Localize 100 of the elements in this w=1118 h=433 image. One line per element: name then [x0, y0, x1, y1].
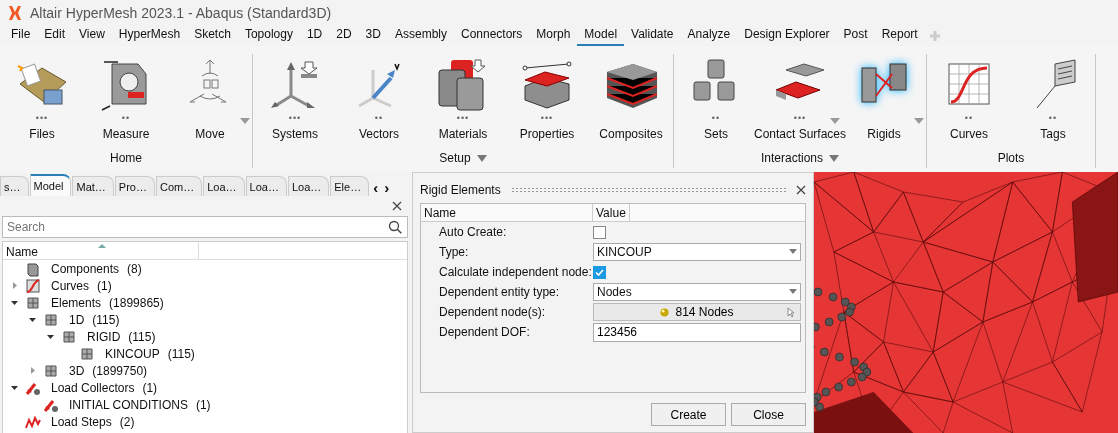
column-header: Name [421, 204, 593, 221]
column-header[interactable]: Name [3, 242, 199, 259]
ribbon-tool-button[interactable]: •• Vectors [337, 54, 421, 148]
browser-tab[interactable]: Ele… [330, 176, 370, 196]
item-count: (8) [127, 261, 142, 276]
node-selector-button[interactable]: 814 Nodes [593, 303, 801, 321]
scroll-left-button[interactable]: ‹ [370, 179, 382, 196]
menu-item[interactable]: Edit [37, 27, 73, 46]
item-count: (115) [92, 312, 120, 327]
collapse-arrow-icon[interactable] [10, 384, 18, 391]
ribbon-tool-button[interactable]: •• Curves [927, 54, 1011, 148]
ribbon-group-label: Interactions [760, 151, 823, 165]
menu-item[interactable]: Design Explorer [737, 27, 837, 46]
menu-item[interactable]: Morph [529, 27, 578, 46]
ribbon-tool-button[interactable]: ••• Properties [505, 54, 589, 148]
dropdown-caret-icon[interactable] [829, 154, 839, 162]
tree-item[interactable]: Components [51, 261, 120, 276]
menu-item[interactable]: Sketch [187, 27, 238, 46]
menu-item[interactable]: 3D [358, 27, 388, 46]
expand-arrow-icon[interactable] [28, 367, 36, 374]
element-grid-icon [43, 311, 59, 328]
tree-item[interactable]: Load Collectors [51, 380, 135, 395]
ribbon-group-label: Plots [997, 151, 1025, 165]
item-count: (1899750) [92, 363, 148, 378]
scroll-right-button[interactable]: › [381, 179, 393, 196]
tree-item[interactable]: KINCOUP [105, 346, 160, 361]
browser-tab[interactable]: Loa… [287, 176, 330, 196]
field-label: Dependent entity type: [438, 285, 561, 299]
search-field[interactable]: Search [2, 216, 408, 238]
expand-arrow-icon[interactable] [10, 282, 18, 289]
ribbon-tool-button[interactable]: Composites [589, 54, 673, 148]
tree-item[interactable]: RIGID [87, 329, 121, 344]
item-count: (1) [97, 278, 112, 293]
menu-item[interactable]: File [4, 27, 38, 46]
browser-tab[interactable]: Mat… [72, 176, 114, 196]
ribbon-tool-button[interactable]: •• Tags [1011, 54, 1095, 148]
browser-tab[interactable]: Model [29, 174, 72, 196]
dropdown-caret-icon[interactable] [476, 154, 487, 162]
checkbox[interactable] [593, 225, 606, 239]
ribbon-tool-button[interactable]: •• Measure [84, 54, 168, 148]
browser-tab[interactable]: Com… [155, 176, 203, 196]
menu-item[interactable]: Topology [237, 27, 300, 46]
sort-caret-icon[interactable] [98, 243, 106, 248]
node-ball-icon [660, 307, 670, 317]
collapse-arrow-icon[interactable] [10, 299, 18, 306]
checkbox[interactable] [593, 265, 606, 279]
browser-tab[interactable]: Loa… [203, 176, 245, 196]
menu-item[interactable]: Connectors [453, 27, 530, 46]
close-icon[interactable] [392, 201, 402, 211]
menu-item[interactable]: Assembly [387, 27, 454, 46]
menu-item[interactable]: Report [874, 27, 925, 46]
load-step-icon [25, 413, 41, 430]
item-count: (2) [119, 414, 135, 429]
menu-item[interactable]: Validate [624, 27, 681, 46]
tree-item[interactable]: Elements [51, 295, 102, 310]
dropdown-caret-icon[interactable] [830, 118, 840, 124]
menu-item[interactable]: HyperMesh [111, 27, 188, 46]
menu-item[interactable]: Analyze [680, 27, 738, 46]
dropdown-caret-icon[interactable] [914, 118, 924, 124]
field-label: Auto Create: [438, 225, 508, 239]
cursor-icon [787, 307, 795, 318]
menu-item[interactable]: Post [836, 27, 875, 46]
browser-tab[interactable]: Pro… [114, 176, 155, 196]
ribbon-group-label: Home [110, 151, 142, 165]
collapse-arrow-icon[interactable] [46, 333, 54, 340]
tree-item[interactable]: 3D [69, 363, 85, 378]
ribbon-tool-button[interactable]: ••• Materials [421, 54, 505, 148]
dropdown-caret-icon[interactable] [240, 118, 250, 124]
dropdown-field[interactable]: Nodes [593, 283, 801, 301]
tree-item[interactable]: INITIAL CONDITIONS [69, 397, 188, 412]
ribbon-tool-button[interactable]: ••• Files [0, 54, 84, 148]
item-count: (1) [142, 380, 158, 395]
collapse-arrow-icon[interactable] [28, 316, 36, 323]
dropdown-field[interactable]: KINCOUP [593, 243, 801, 261]
ribbon-tool-button[interactable]: ••• Systems [253, 54, 337, 148]
element-grid-icon [79, 345, 95, 362]
search-icon[interactable] [388, 220, 402, 234]
close-icon[interactable] [796, 185, 806, 195]
text-field[interactable]: 123456 [593, 322, 801, 342]
ribbon-tool-button[interactable]: Move [168, 54, 252, 148]
dialog-button[interactable]: Create [651, 403, 726, 426]
dropdown-caret-icon[interactable] [789, 249, 797, 255]
element-grid-icon [43, 362, 59, 379]
item-count: (115) [128, 329, 156, 344]
dialog-button[interactable]: Close [731, 403, 806, 426]
browser-tab[interactable]: Loa… [245, 176, 287, 196]
element-grid-icon [25, 294, 41, 311]
dialog-title: Rigid Elements [420, 183, 501, 197]
tree-item[interactable]: Load Steps [51, 414, 112, 429]
field-label: Dependent DOF: [438, 325, 531, 339]
menu-item[interactable]: 2D [329, 27, 359, 46]
tree-item[interactable]: 1D [69, 312, 85, 327]
browser-tab[interactable]: s… [0, 176, 29, 196]
element-grid-icon [61, 328, 77, 345]
item-count: (1) [195, 397, 211, 412]
menu-item[interactable]: View [72, 27, 112, 46]
item-count: (1899865) [109, 295, 164, 310]
menu-item[interactable]: 1D [299, 27, 330, 46]
tree-item[interactable]: Curves [51, 278, 89, 293]
dropdown-caret-icon[interactable] [789, 289, 797, 295]
